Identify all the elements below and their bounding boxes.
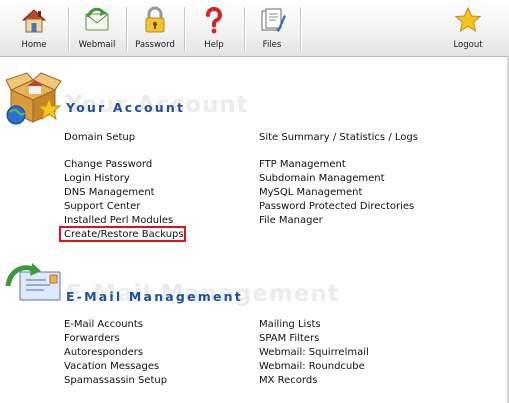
files-icon [261,8,286,32]
link-site-summary[interactable]: Site Summary / Statistics / Logs [259,132,418,144]
help-button[interactable]: Help [184,0,244,56]
toolbar: Home Webmail Password Help Files Logout [0,0,509,57]
logout-button[interactable]: Logout [438,0,498,56]
link-login-history[interactable]: Login History [64,173,130,185]
link-webmail-roundcube[interactable]: Webmail: Roundcube [259,361,365,373]
link-change-password[interactable]: Change Password [64,159,152,171]
toolbar-separator [300,7,302,51]
link-domain-setup[interactable]: Domain Setup [64,132,135,144]
question-icon [205,6,222,34]
link-ftp-management[interactable]: FTP Management [259,159,346,171]
files-label: Files [262,40,282,50]
link-email-accounts[interactable]: E-Mail Accounts [64,319,143,331]
webmail-button[interactable]: Webmail [68,0,126,56]
highlight-box [59,226,186,242]
help-label: Help [204,40,224,50]
your-account-section-heading: Your Account Your Account [66,92,326,126]
your-account-heading: Your Account [66,100,186,115]
link-forwarders[interactable]: Forwarders [64,333,120,345]
link-autoresponders[interactable]: Autoresponders [64,347,143,359]
home-label: Home [21,40,47,50]
home-icon [21,9,47,33]
link-mailing-lists[interactable]: Mailing Lists [259,319,321,331]
link-spamassassin-setup[interactable]: Spamassassin Setup [64,375,167,387]
lock-icon [145,6,165,33]
account-box-icon [5,72,62,125]
link-vacation-messages[interactable]: Vacation Messages [64,361,159,373]
star-icon [454,6,482,33]
email-section-heading: E-Mail Management E-Mail Management [66,281,366,315]
link-mx-records[interactable]: MX Records [259,375,317,387]
password-button[interactable]: Password [126,0,184,56]
link-subdomain-management[interactable]: Subdomain Management [259,173,385,185]
email-heading: E-Mail Management [66,289,243,304]
link-dns-management[interactable]: DNS Management [64,187,155,199]
home-button[interactable]: Home [0,0,68,56]
password-label: Password [135,40,175,50]
webmail-label: Webmail [78,40,116,50]
link-webmail-squirrelmail[interactable]: Webmail: Squirrelmail [259,347,369,359]
webmail-icon [85,7,109,31]
link-mysql-management[interactable]: MySQL Management [259,187,362,199]
link-support-center[interactable]: Support Center [64,201,140,213]
link-password-protected-directories[interactable]: Password Protected Directories [259,201,414,213]
link-file-manager[interactable]: File Manager [259,215,323,227]
logout-label: Logout [453,40,483,50]
files-button[interactable]: Files [244,0,300,56]
link-spam-filters[interactable]: SPAM Filters [259,333,319,345]
email-icon [5,263,61,301]
